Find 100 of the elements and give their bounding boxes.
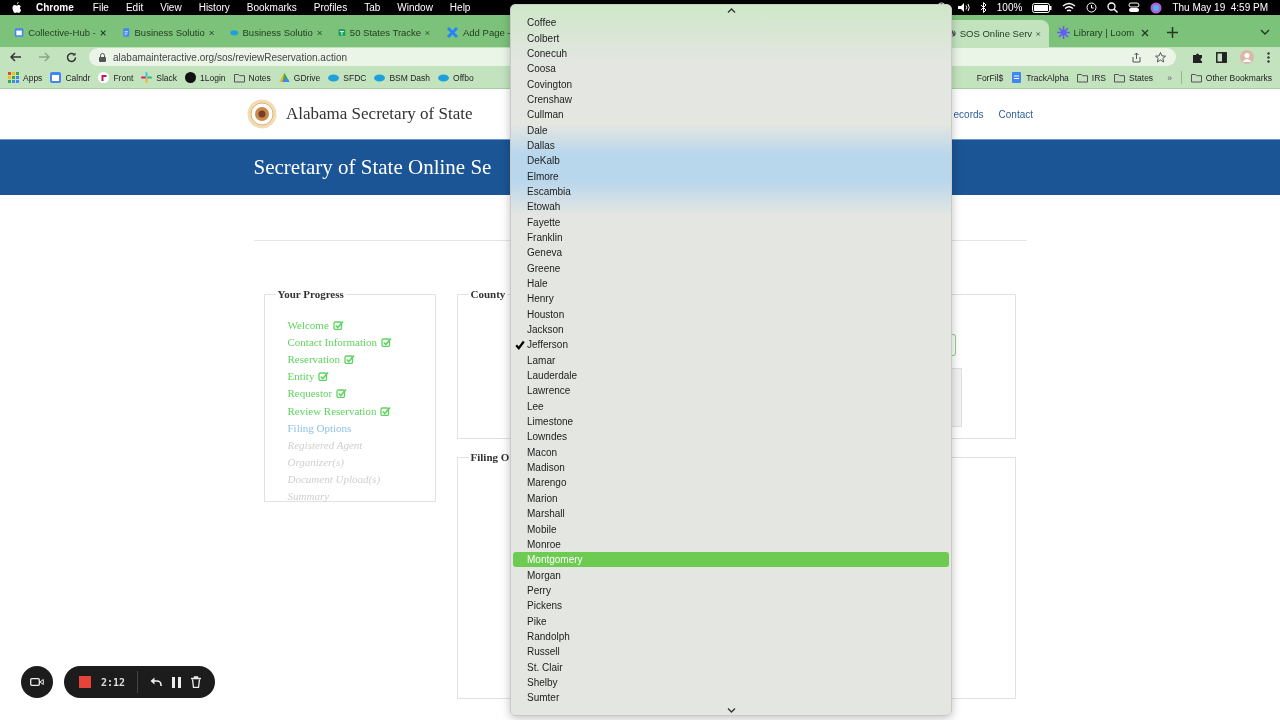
menu-item[interactable]: Edit xyxy=(125,2,144,13)
share-icon[interactable] xyxy=(1132,51,1141,63)
control-center-icon[interactable] xyxy=(1128,2,1141,13)
close-icon[interactable] xyxy=(316,28,322,37)
dropdown-option[interactable]: Greene xyxy=(513,260,949,276)
bookmark[interactable]: Calndr xyxy=(50,72,91,83)
menu-item[interactable]: Tab xyxy=(364,2,381,13)
bluetooth-icon[interactable] xyxy=(979,2,987,13)
dropdown-option[interactable]: Lowndes xyxy=(513,429,949,445)
close-icon[interactable] xyxy=(208,28,214,37)
browser-tab[interactable]: Collective-Hub - xyxy=(6,20,114,45)
undo-icon[interactable] xyxy=(150,677,163,687)
dropdown-option[interactable]: Dale xyxy=(513,122,949,138)
dropdown-option[interactable]: Hale xyxy=(513,275,949,292)
app-menu[interactable]: Chrome xyxy=(36,2,74,13)
dropdown-option[interactable]: Pike xyxy=(513,613,949,629)
dropdown-option[interactable]: Crenshaw xyxy=(513,91,949,108)
bookmark[interactable]: Offbo xyxy=(438,72,474,83)
dropdown-option[interactable]: Mobile xyxy=(513,521,949,537)
dropdown-option[interactable]: Marengo xyxy=(513,475,949,491)
dropdown-option[interactable]: Henry xyxy=(513,291,949,307)
close-icon[interactable] xyxy=(425,28,430,37)
bookmark[interactable]: ForFil$ xyxy=(976,72,1004,83)
overflow-chevron[interactable]: » xyxy=(1167,72,1172,83)
menu-item[interactable]: File xyxy=(92,2,109,13)
bookmark[interactable]: SFDC xyxy=(328,72,367,83)
dropdown-option[interactable]: Geneva xyxy=(513,245,949,261)
close-icon[interactable] xyxy=(1036,29,1041,38)
menu-item[interactable]: Window xyxy=(397,2,433,13)
dropdown-option[interactable]: Covington xyxy=(513,76,949,92)
menu-item[interactable]: Bookmarks xyxy=(246,2,297,13)
dropdown-option[interactable]: Russell xyxy=(513,644,949,660)
battery-icon[interactable] xyxy=(1032,2,1053,13)
browser-tab[interactable]: Add Page - xyxy=(438,20,511,45)
dropdown-option[interactable]: Lee xyxy=(513,398,949,414)
bookmark[interactable]: Slack xyxy=(141,72,178,83)
close-icon[interactable] xyxy=(1140,28,1149,37)
browser-tab[interactable]: Business Solutio xyxy=(222,20,330,45)
dropdown-option[interactable]: Lawrence xyxy=(513,383,949,399)
reload-icon[interactable] xyxy=(66,51,77,63)
orb-icon[interactable] xyxy=(1150,1,1163,14)
dropdown-option[interactable]: Escambia xyxy=(513,183,949,200)
menu-item[interactable]: History xyxy=(198,2,230,13)
bookmark-folder[interactable]: Other Bookmarks xyxy=(1190,72,1272,83)
menu-item[interactable]: Help xyxy=(449,2,471,13)
new-tab-icon[interactable] xyxy=(1166,27,1178,38)
dropdown-option[interactable]: Randolph xyxy=(513,628,949,645)
dropdown-option[interactable]: Lauderdale xyxy=(513,367,949,384)
dropdown-option[interactable]: Lamar xyxy=(513,352,949,368)
sidebar-icon[interactable] xyxy=(1216,51,1227,63)
dropdown-option[interactable]: Marion xyxy=(513,490,949,506)
chevron-down-icon[interactable] xyxy=(1260,29,1270,35)
chevron-up-icon[interactable] xyxy=(726,7,736,13)
dropdown-option[interactable]: Elmore xyxy=(513,168,949,184)
search-icon[interactable] xyxy=(1107,2,1119,13)
nav-link[interactable]: Contact xyxy=(998,108,1033,120)
bookmark-folder[interactable]: IRS xyxy=(1076,72,1106,83)
nav-link[interactable]: ecords xyxy=(953,108,984,120)
bookmark[interactable]: Apps xyxy=(8,72,43,83)
dropdown-option[interactable]: Houston xyxy=(513,306,949,322)
clock-icon[interactable] xyxy=(1086,2,1098,13)
dropdown-option[interactable]: Sumter xyxy=(513,690,949,706)
dropdown-option[interactable]: Franklin xyxy=(513,229,949,246)
dropdown-option[interactable]: Shelby xyxy=(513,674,949,691)
dropdown-option[interactable]: Jackson xyxy=(513,321,949,338)
trash-icon[interactable] xyxy=(191,676,202,688)
browser-tab[interactable]: Library | Loom xyxy=(1048,20,1157,45)
dropdown-option[interactable]: St. Clair xyxy=(513,659,949,675)
more-icon[interactable] xyxy=(1267,51,1270,63)
dropdown-option[interactable]: Macon xyxy=(513,444,949,460)
dropdown-option[interactable]: Morgan xyxy=(513,567,949,583)
dropdown-option[interactable]: DeKalb xyxy=(513,153,949,169)
dropdown-option[interactable]: Pickens xyxy=(513,598,949,614)
menu-item[interactable]: View xyxy=(160,2,182,13)
star-icon[interactable] xyxy=(1155,51,1166,63)
dropdown-option[interactable]: Perry xyxy=(513,582,949,599)
bookmark[interactable]: BSM Dash xyxy=(374,72,431,83)
wifi-icon[interactable] xyxy=(1062,2,1077,13)
dropdown-option[interactable]: Jefferson xyxy=(513,337,949,353)
dropdown-option[interactable]: Dallas xyxy=(513,137,949,154)
puzzle-icon[interactable] xyxy=(1192,51,1203,63)
speaker-icon[interactable] xyxy=(956,2,970,13)
bookmark[interactable]: GDrive xyxy=(278,72,321,83)
dropdown-option[interactable]: Limestone xyxy=(513,413,949,430)
camera-button[interactable] xyxy=(21,666,53,698)
bookmark-folder[interactable]: Notes xyxy=(233,72,271,83)
dropdown-option[interactable]: Cullman xyxy=(513,107,949,123)
dropdown-option[interactable]: Coosa xyxy=(513,61,949,77)
bookmark-folder[interactable]: States xyxy=(1114,72,1154,83)
dropdown-option[interactable]: Monroe xyxy=(513,536,949,553)
browser-tab[interactable]: Business Solutio xyxy=(114,20,222,45)
close-icon[interactable] xyxy=(99,28,106,37)
bookmark[interactable]: 1Login xyxy=(185,72,226,83)
bookmark[interactable]: TrackAlpha xyxy=(1011,72,1069,83)
dropdown-option[interactable]: Madison xyxy=(513,459,949,476)
pause-icon[interactable] xyxy=(172,676,182,688)
dropdown-option[interactable]: Etowah xyxy=(513,199,949,215)
dropdown-option[interactable]: Conecuh xyxy=(513,45,949,62)
browser-tab[interactable]: 50 States Tracke xyxy=(330,20,438,45)
back-icon[interactable] xyxy=(10,52,22,62)
